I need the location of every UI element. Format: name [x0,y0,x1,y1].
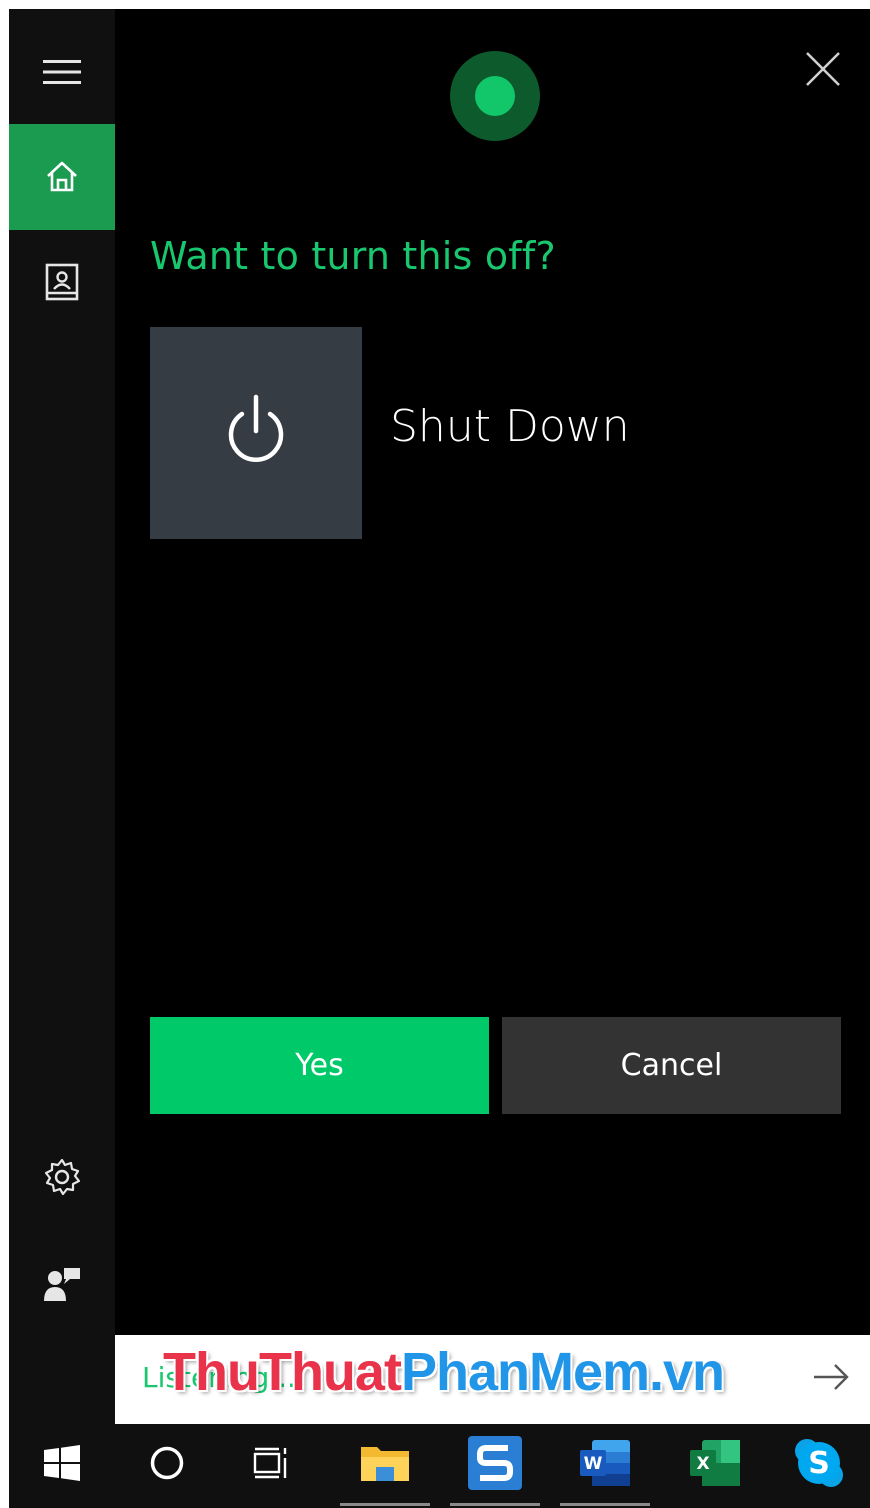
main-panel: Want to turn this off? Shut Down Yes Can… [115,9,870,1337]
feedback-icon [42,1265,82,1305]
home-icon [45,160,79,194]
prompt-question: Want to turn this off? [150,234,556,278]
submit-button[interactable] [811,1359,851,1399]
word-icon: W [578,1438,632,1492]
power-icon [221,393,291,473]
watermark-logo: ThuThuatPhanMem.vn [163,1341,725,1403]
sidebar-item-settings[interactable] [9,1124,115,1230]
sidebar-item-feedback[interactable] [9,1232,115,1338]
cortana-orb-icon [450,51,540,141]
yes-button[interactable]: Yes [150,1017,489,1114]
cancel-button[interactable]: Cancel [502,1017,841,1114]
svg-text:X: X [696,1454,709,1474]
arrow-right-icon [813,1363,849,1395]
taskbar: W X S [9,1424,870,1508]
watermark-part-3: .vn [649,1342,725,1402]
hamburger-icon [43,59,81,85]
sidebar-menu-button[interactable] [9,19,115,125]
cortana-window: Want to turn this off? Shut Down Yes Can… [9,9,870,1508]
skype-icon: S [793,1437,845,1493]
close-icon [805,51,841,91]
snagit-icon [468,1436,522,1494]
notebook-icon [45,263,79,303]
svg-text:W: W [584,1454,603,1474]
watermark-part-2: PhanMem [400,1342,650,1402]
sidebar-item-home[interactable] [9,124,115,230]
taskbar-excel[interactable]: X [680,1430,750,1500]
folder-icon [359,1441,411,1489]
close-button[interactable] [801,49,845,93]
gear-icon [42,1157,82,1197]
task-view-icon [253,1446,291,1484]
taskbar-snagit[interactable] [450,1430,540,1506]
taskbar-file-explorer[interactable] [340,1430,430,1506]
excel-icon: X [688,1438,742,1492]
sidebar [9,9,115,1424]
listening-bar: Listening... ThuThuatPhanMem.vn [115,1335,870,1424]
taskbar-cortana-button[interactable] [132,1430,202,1500]
windows-icon [44,1445,80,1485]
taskbar-skype[interactable]: S [784,1430,854,1500]
circle-icon [149,1445,185,1485]
taskbar-start-button[interactable] [27,1430,97,1500]
shutdown-label: Shut Down [390,401,630,452]
sidebar-item-notebook[interactable] [9,230,115,336]
shutdown-tile[interactable] [150,327,362,539]
taskbar-word[interactable]: W [560,1430,650,1506]
taskbar-task-view-button[interactable] [237,1430,307,1500]
svg-text:S: S [808,1446,830,1481]
watermark-part-1: ThuThuat [163,1342,402,1402]
